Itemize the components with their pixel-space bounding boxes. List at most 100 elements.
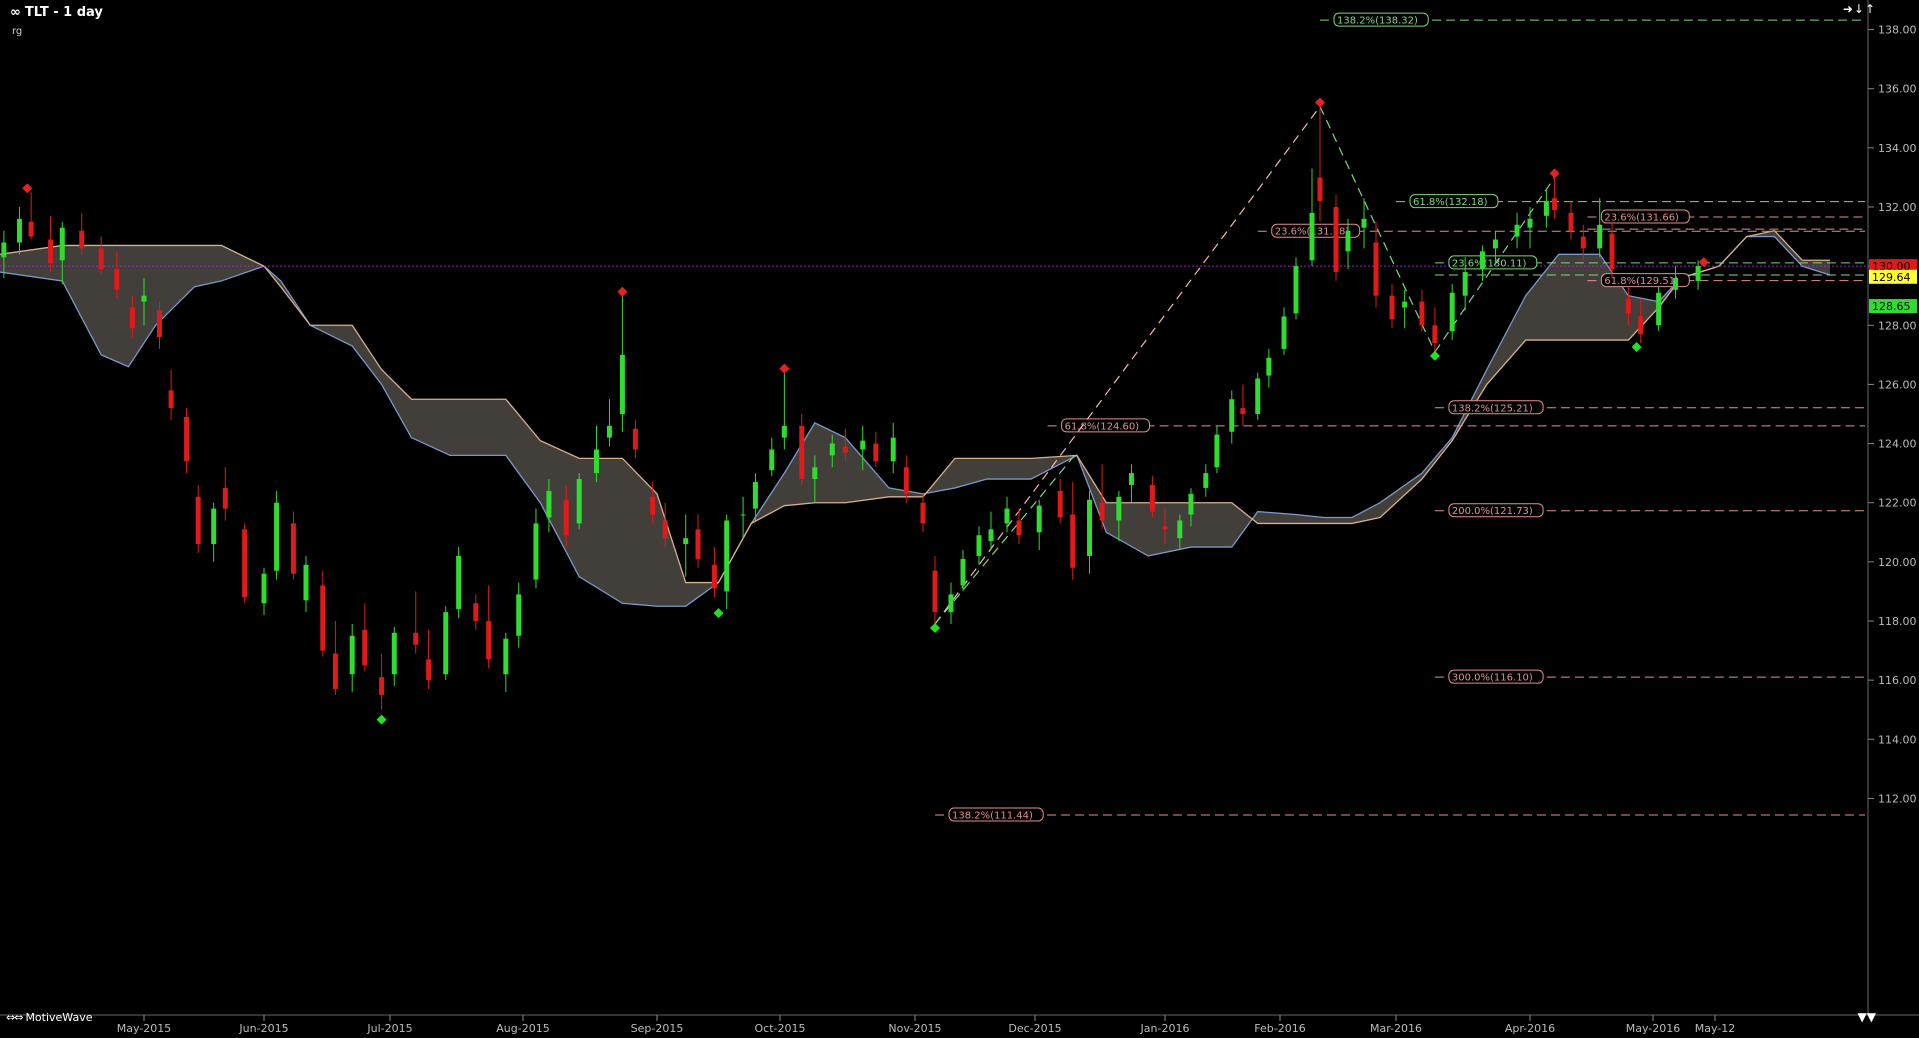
candle-body [1514,224,1520,237]
candle-body [711,564,717,589]
fib-label: 138.2%(125.21) [1452,403,1533,414]
y-tick-label: 136.00 [1878,83,1917,96]
chart-subtitle: rg [12,26,23,37]
fib-label: 61.8%(132.18) [1413,197,1488,208]
x-tick-label: Feb-2016 [1254,1022,1305,1035]
candle-body [890,437,896,462]
candle-body [1016,520,1022,536]
y-tick-label: 132.00 [1878,201,1917,214]
candle-body [752,482,758,509]
candle-body [184,416,190,462]
arrows-icon[interactable]: ➜↓↑ [1843,2,1876,16]
candle-body [211,508,217,545]
candle-body [1638,316,1644,335]
fib-label: 138.2%(111.44) [952,810,1033,821]
price-badge-label: 129.64 [1872,271,1911,284]
candle-body [1568,212,1574,231]
candle-body [1317,177,1323,202]
candle-body [16,218,22,243]
candle-body [1004,508,1010,524]
candle-body [1695,266,1701,281]
arrows-icon[interactable]: ▼▼ [1858,1010,1876,1024]
x-tick-label: Dec-2015 [1008,1022,1061,1035]
y-tick-label: 128.00 [1878,319,1917,332]
y-tick-label: 138.00 [1878,24,1917,37]
candle-body [860,440,866,450]
fib-label: 138.2%(138.32) [1337,16,1418,27]
candle-body [576,479,582,524]
candle-body [976,535,982,556]
candle-body [391,632,397,675]
candle-body [303,564,309,601]
candle-body [1402,301,1408,308]
price-chart[interactable]: 112.00 114.00 116.00 118.00 120.00 122.00 124.… [0,0,1919,1038]
candle-body [769,449,775,471]
candle-body [242,529,248,598]
candle-body [1625,298,1631,314]
x-tick-label: Sep-2015 [631,1022,684,1035]
candle-body [842,446,848,453]
candle-body [903,467,909,494]
candle-body [473,603,479,621]
fib-label: 61.8%(129.51) [1604,276,1679,287]
candle-body [274,502,280,571]
candle-body [1293,266,1299,314]
candle-body [1673,277,1679,290]
x-tick-label: Apr-2016 [1505,1022,1555,1035]
candle-body [546,490,552,518]
fib-label: 23.6%(131.66) [1604,213,1679,224]
candle-body [59,227,65,261]
candle-body [781,425,787,438]
candle-body [114,269,120,290]
candle-body [606,425,612,438]
candle-body [98,248,104,270]
candle-body [1333,207,1339,273]
candle-body [261,573,267,604]
candle-body [1188,493,1194,515]
candle-body [683,538,689,545]
candle-body [1240,408,1246,414]
candle-body [1203,473,1209,488]
candle-body [1057,490,1063,518]
chart-window: 112.00 114.00 116.00 118.00 120.00 122.00 124.… [0,0,1919,1038]
fib-label: 61.8%(124.60) [1065,421,1140,432]
candle-body [1,242,7,258]
candle-body [619,354,625,414]
x-tick-label: May-12 [1695,1022,1736,1035]
x-tick-label: May-2015 [117,1022,172,1035]
y-tick-label: 134.00 [1878,142,1917,155]
candle-body [724,520,730,592]
candle-body [222,487,228,509]
candle-body [1597,224,1603,249]
link-icon: ∞ [10,5,21,20]
candle-body [129,307,135,329]
candle-body [593,449,599,474]
candle-body [1309,212,1315,261]
candle-body [1281,316,1287,349]
candle-body [1419,301,1425,326]
candle-body [1449,292,1455,332]
candle-body [740,514,746,516]
candle-body [1229,399,1235,432]
candle-body [168,390,174,409]
candle-body [1552,198,1558,210]
candle-body [443,612,449,675]
chart-title-text: TLT - 1 day [24,5,103,20]
candle-body [516,594,522,636]
candle-body [1656,292,1662,326]
candle-body [960,558,966,586]
candle-body [1149,484,1155,512]
fib-label: 300.0%(116.10) [1452,673,1533,684]
chart-title[interactable]: ∞ TLT - 1 day [10,5,103,20]
candle-body [932,570,938,613]
candle-body [1087,499,1093,556]
candle-body [988,529,994,542]
candle-body [1070,514,1076,568]
x-tick-label: Aug-2015 [496,1022,549,1035]
candle-body [362,629,368,666]
candle-body [1462,272,1468,296]
candle-body [948,594,954,613]
candle-body [695,529,701,559]
candle-body [1479,251,1485,270]
candle-body [1266,357,1272,376]
